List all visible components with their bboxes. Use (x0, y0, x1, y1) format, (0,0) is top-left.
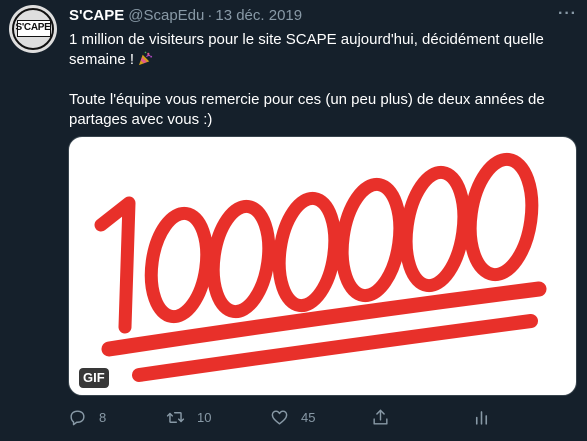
retweet-count: 10 (197, 410, 212, 425)
retweet-button[interactable]: 10 (166, 408, 211, 427)
analytics-button[interactable] (472, 408, 491, 427)
retweet-icon (166, 412, 185, 423)
header-separator: · (207, 7, 213, 24)
reply-button[interactable]: 8 (68, 408, 106, 427)
tweet-actions: 8 10 45 (0, 400, 587, 436)
tweet-date[interactable]: 13 déc. 2019 (215, 7, 302, 24)
gif-badge: GIF (79, 368, 109, 388)
like-button[interactable]: 45 (270, 408, 315, 427)
reply-icon (70, 410, 85, 426)
avatar-logo-text: S'CAPE (15, 22, 51, 33)
like-count: 45 (301, 410, 316, 425)
party-popper-icon (138, 51, 153, 66)
reply-count: 8 (99, 410, 107, 425)
tweet-media-gif[interactable] (68, 136, 577, 396)
more-options-icon[interactable]: ··· (558, 5, 577, 23)
share-button[interactable] (371, 408, 390, 427)
tweet-text-line2: Toute l'équipe vous remercie pour ces (u… (69, 91, 545, 128)
avatar[interactable]: S'CAPE (9, 5, 57, 53)
tweet-text: 1 million de visiteurs pour le site SCAP… (69, 30, 569, 130)
heart-icon (271, 410, 288, 425)
tweet-header: S'CAPE @ScapEdu · 13 déc. 2019 (69, 7, 302, 24)
author-name[interactable]: S'CAPE (69, 7, 124, 24)
hundred-points-drawing (94, 152, 547, 382)
digit-1 (94, 196, 136, 334)
analytics-icon (475, 411, 488, 425)
author-handle[interactable]: @ScapEdu (128, 7, 204, 24)
share-icon (373, 409, 388, 425)
tweet-card[interactable]: S'CAPE S'CAPE @ScapEdu · 13 déc. 2019 ··· 1… (0, 0, 587, 441)
